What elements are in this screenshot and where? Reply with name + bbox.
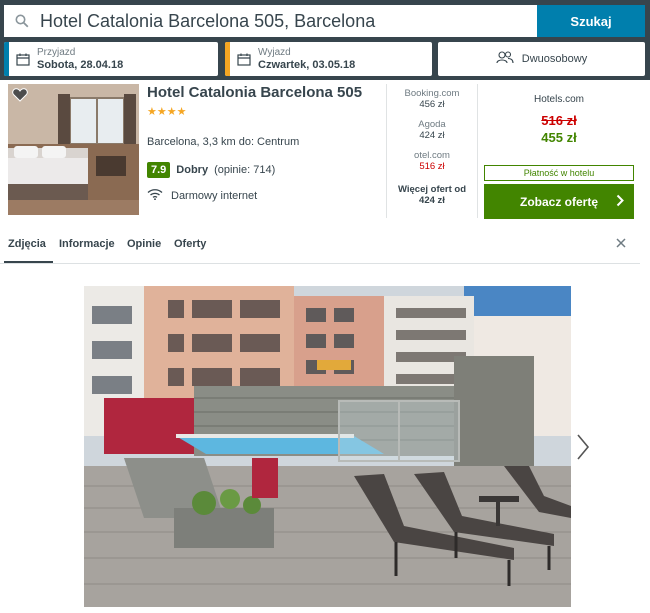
chevron-right-icon — [616, 194, 624, 210]
rating-count: (opinie: 714) — [214, 164, 276, 176]
partner-name: Booking.com — [404, 88, 460, 99]
more-offers-price: 424 zł — [419, 195, 445, 206]
hotel-location[interactable]: Barcelona, 3,3 km do: Centrum — [147, 136, 299, 148]
partner-name: Agoda — [418, 119, 446, 130]
calendar-icon — [230, 53, 258, 66]
hotel-rating[interactable]: 7.9 Dobry (opinie: 714) — [147, 162, 275, 178]
active-tab-indicator — [4, 261, 53, 263]
rating-word: Dobry — [176, 164, 209, 176]
close-icon[interactable] — [615, 236, 627, 254]
checkin-value: Sobota, 28.04.18 — [37, 58, 124, 71]
divider — [477, 84, 478, 218]
divider — [386, 84, 387, 218]
wifi-icon — [147, 188, 163, 203]
search-icon — [4, 14, 40, 28]
amenity-label: Darmowy internet — [171, 189, 258, 202]
calendar-icon — [9, 53, 37, 66]
partner-price[interactable]: otel.com 516 zł — [393, 150, 471, 172]
view-offer-button[interactable]: Zobacz ofertę — [484, 184, 634, 219]
view-offer-label: Zobacz ofertę — [519, 194, 598, 209]
search-field[interactable] — [4, 5, 537, 37]
checkout-label: Wyjazd — [258, 46, 291, 58]
search-input[interactable] — [40, 10, 520, 32]
favorite-heart-icon[interactable] — [12, 88, 28, 107]
partner-price[interactable]: Agoda 424 zł — [393, 119, 471, 141]
partner-price-value: 516 zł — [419, 161, 445, 172]
deal-old-price: 516 zł — [541, 113, 577, 128]
deal-site: Hotels.com — [533, 94, 584, 105]
partner-prices: Booking.com 456 zł Agoda 424 zł otel.com… — [393, 88, 471, 215]
hotel-name[interactable]: Hotel Catalonia Barcelona 505 — [147, 84, 362, 101]
partner-price-value: 424 zł — [419, 130, 445, 141]
partner-name: otel.com — [414, 150, 450, 161]
rating-score-badge: 7.9 — [147, 162, 171, 178]
search-button[interactable]: Szukaj — [537, 5, 645, 37]
checkin-label: Przyjazd — [37, 46, 76, 58]
checkin-field[interactable]: Przyjazd Sobota, 28.04.18 — [4, 42, 218, 76]
guests-icon — [496, 51, 514, 67]
more-offers-link[interactable]: Więcej ofert od 424 zł — [393, 184, 471, 206]
hotel-photo[interactable] — [84, 286, 571, 607]
partner-price-value: 456 zł — [419, 99, 445, 110]
room-type-selector[interactable]: Dwuosobowy — [438, 42, 645, 76]
partner-price[interactable]: Booking.com 456 zł — [393, 88, 471, 110]
more-offers-label: Więcej ofert od — [397, 184, 466, 195]
hotel-stars: ★★★★ — [147, 106, 187, 118]
pay-at-hotel-badge: Płatność w hotelu — [484, 165, 634, 181]
tab-offers[interactable]: Oferty — [174, 238, 206, 250]
deal-new-price: 455 zł — [541, 130, 577, 145]
best-deal[interactable]: Hotels.com 516 zł 455 zł — [484, 94, 634, 145]
room-type-label: Dwuosobowy — [521, 53, 588, 65]
tab-reviews[interactable]: Opinie — [127, 238, 161, 250]
checkout-field[interactable]: Wyjazd Czwartek, 03.05.18 — [225, 42, 432, 76]
search-header: Szukaj Przyjazd Sobota, 28.04.18 Wyjazd … — [0, 0, 650, 80]
tab-photos[interactable]: Zdjęcia — [8, 238, 46, 250]
checkout-value: Czwartek, 03.05.18 — [258, 58, 356, 71]
amenity-wifi: Darmowy internet — [147, 188, 257, 203]
tab-info[interactable]: Informacje — [59, 238, 115, 250]
detail-tabs: Zdjęcia Informacje Opinie Oferty — [0, 228, 640, 264]
next-photo-chevron-icon[interactable] — [568, 427, 598, 467]
